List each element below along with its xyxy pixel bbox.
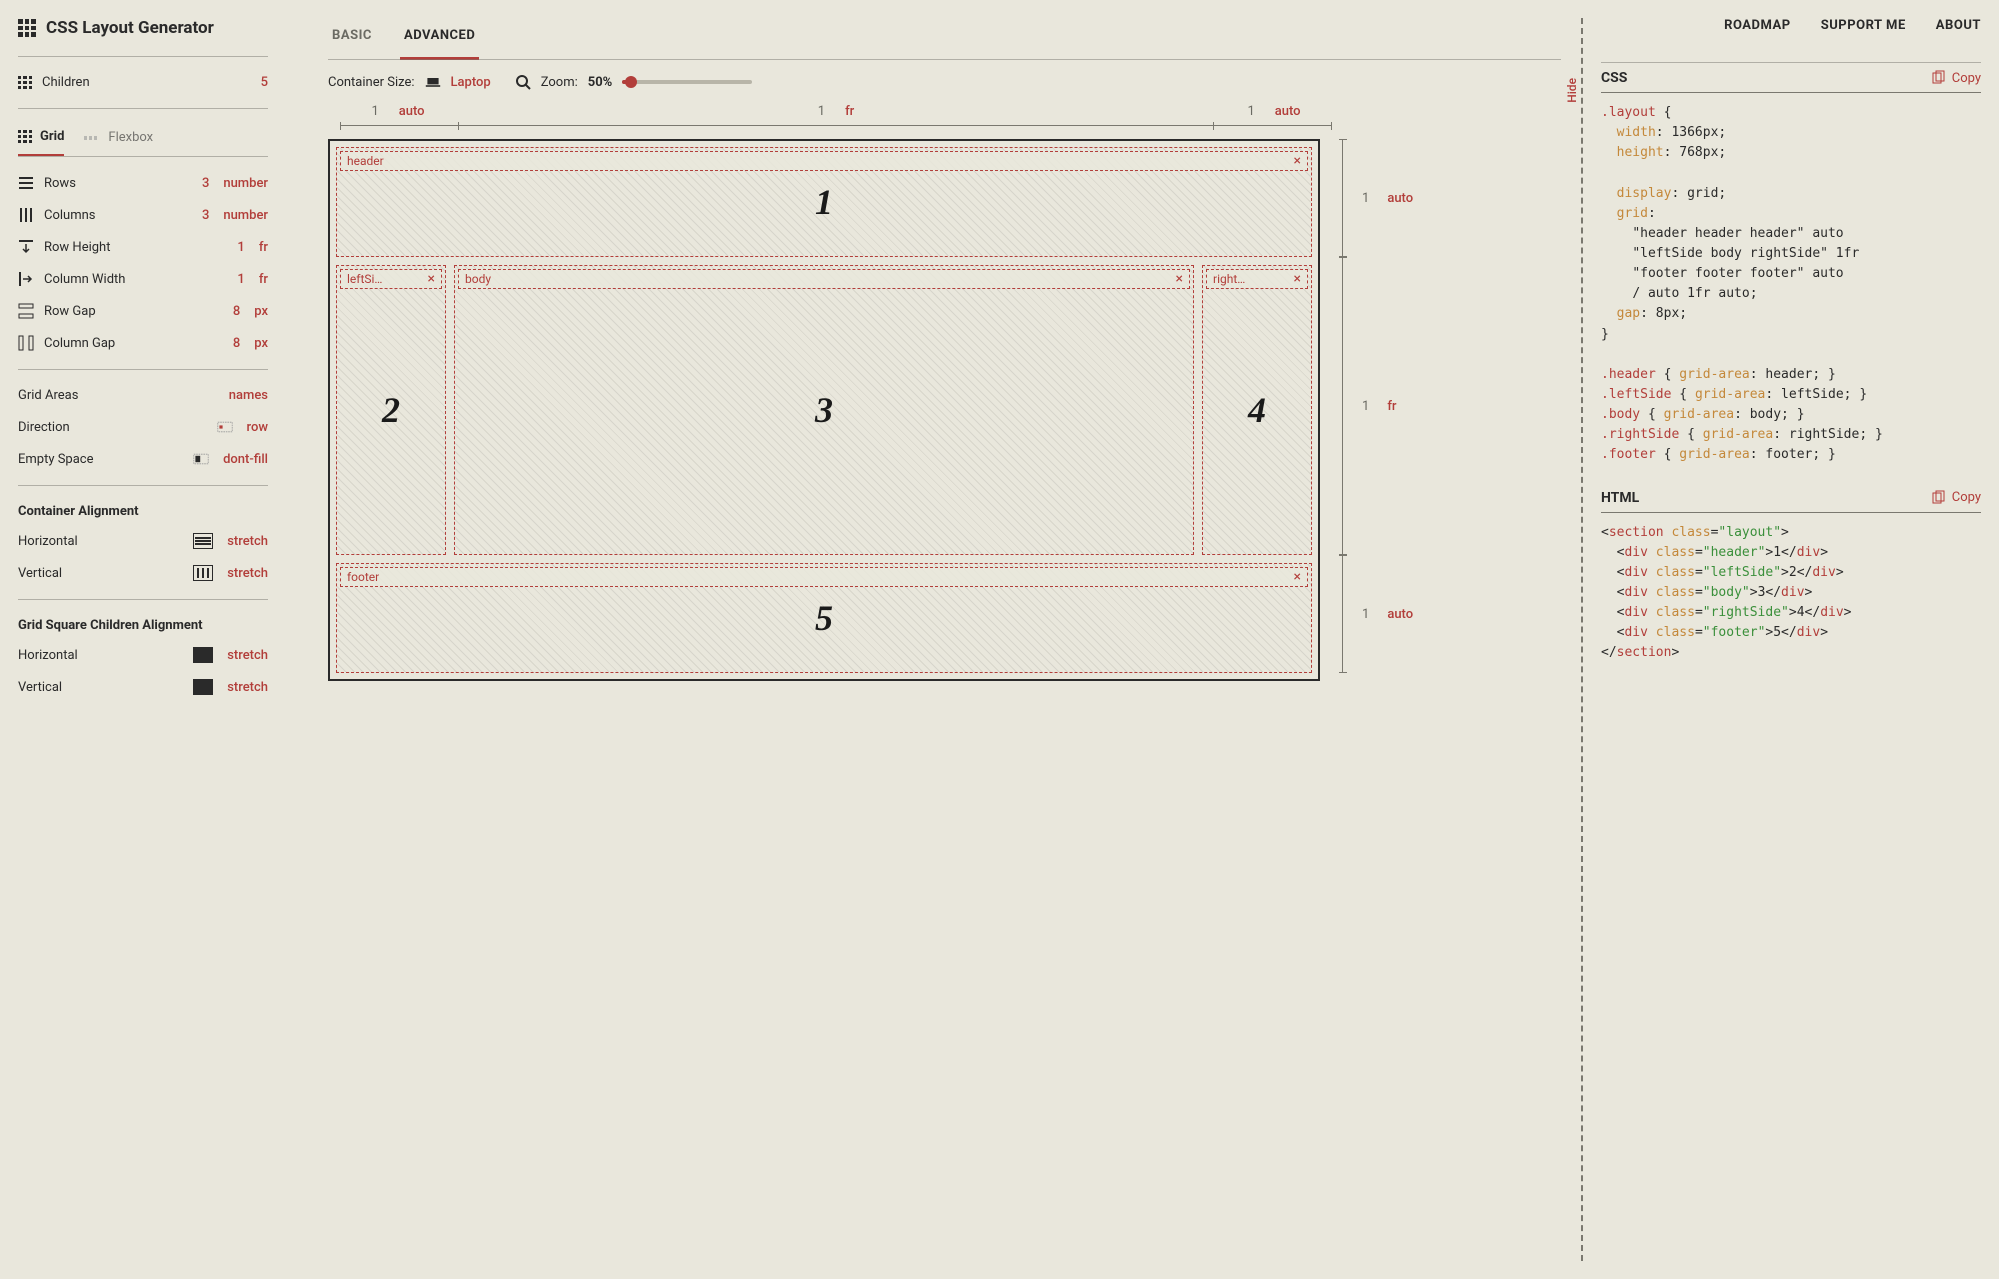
- column-width-icon: [18, 271, 34, 287]
- copy-icon: [1930, 490, 1946, 506]
- nav-support[interactable]: SUPPORT ME: [1821, 18, 1906, 33]
- html-output: <section class="layout"> <div class="hea…: [1601, 523, 1981, 664]
- direction-control[interactable]: Direction row: [18, 411, 268, 443]
- column-width-control[interactable]: Column Width 1fr: [18, 263, 268, 295]
- toolbar: Container Size: Laptop Zoom: 50%: [328, 60, 1561, 104]
- container-size-group[interactable]: Container Size: Laptop: [328, 74, 491, 90]
- square-align-vertical[interactable]: Vertical stretch: [18, 671, 268, 703]
- top-nav: BASIC ADVANCED: [328, 18, 1561, 60]
- row-gap-icon: [18, 303, 34, 319]
- mode-tabs: BASIC ADVANCED: [328, 18, 479, 60]
- container-align-vertical[interactable]: Vertical stretch: [18, 557, 268, 589]
- children-label: Children: [42, 75, 90, 90]
- rows-control[interactable]: Rows 3number: [18, 167, 268, 199]
- laptop-icon: [425, 74, 441, 90]
- container-alignment-title: Container Alignment: [18, 504, 268, 519]
- zoom-slider[interactable]: [622, 80, 752, 84]
- area-header[interactable]: header× 1: [336, 147, 1312, 257]
- zoom-group: Zoom: 50%: [515, 74, 753, 90]
- container-size-value[interactable]: Laptop: [451, 75, 491, 90]
- zoom-value: 50%: [588, 75, 613, 90]
- columns-control[interactable]: Columns 3number: [18, 199, 268, 231]
- search-icon[interactable]: [515, 74, 531, 90]
- row-ruler: 1auto 1fr 1auto: [1332, 139, 1413, 681]
- flexbox-icon: [84, 130, 100, 146]
- close-icon[interactable]: ×: [1294, 154, 1301, 168]
- stretch-fill-icon: [193, 647, 213, 663]
- close-icon[interactable]: ×: [1176, 272, 1183, 286]
- column-gap-icon: [18, 335, 34, 351]
- children-icon: [18, 76, 32, 90]
- grid-icon: [18, 130, 32, 144]
- empty-space-icon: [193, 451, 209, 467]
- tab-advanced[interactable]: ADVANCED: [400, 18, 479, 60]
- nav-roadmap[interactable]: ROADMAP: [1724, 18, 1791, 33]
- stretch-fill-icon: [193, 679, 213, 695]
- layout-type-tabs: Grid Flexbox: [18, 119, 268, 156]
- empty-space-control[interactable]: Empty Space dont-fill: [18, 443, 268, 475]
- code-panel: ROADMAP SUPPORT ME ABOUT Hide CSS Copy .…: [1581, 18, 1981, 1261]
- copy-icon: [1930, 70, 1946, 86]
- container-size-label: Container Size:: [328, 75, 415, 90]
- html-panel-head: HTML Copy: [1601, 490, 1981, 513]
- area-leftside[interactable]: leftSi…× 2: [336, 265, 446, 555]
- area-body[interactable]: body× 3: [454, 265, 1194, 555]
- nav-links: ROADMAP SUPPORT ME ABOUT: [1724, 18, 1981, 33]
- close-icon[interactable]: ×: [1294, 272, 1301, 286]
- grid-logo-icon: [18, 19, 36, 37]
- hide-panel-button[interactable]: Hide: [1565, 78, 1579, 103]
- square-alignment-title: Grid Square Children Alignment: [18, 618, 268, 633]
- row-height-control[interactable]: Row Height 1fr: [18, 231, 268, 263]
- css-panel-head: CSS Copy: [1601, 70, 1981, 93]
- stretch-horizontal-icon: [193, 533, 213, 549]
- sidebar: CSS Layout Generator Children 5 Grid Fle…: [18, 18, 308, 1261]
- columns-icon: [18, 207, 34, 223]
- copy-css-button[interactable]: Copy: [1930, 70, 1981, 86]
- layout-preview: header× 1 leftSi…× 2 body× 3 right…× 4: [328, 139, 1320, 681]
- tab-basic[interactable]: BASIC: [328, 18, 376, 60]
- column-ruler: [340, 125, 1332, 133]
- brand-title: CSS Layout Generator: [46, 18, 214, 38]
- rows-icon: [18, 175, 34, 191]
- css-output: .layout { width: 1366px; height: 768px; …: [1601, 103, 1981, 466]
- direction-icon: [217, 419, 233, 435]
- area-rightside[interactable]: right…× 4: [1202, 265, 1312, 555]
- brand: CSS Layout Generator: [18, 18, 268, 38]
- row-height-icon: [18, 239, 34, 255]
- tab-grid[interactable]: Grid: [18, 129, 64, 156]
- grid-areas-control[interactable]: Grid Areas names: [18, 380, 268, 411]
- copy-html-button[interactable]: Copy: [1930, 490, 1981, 506]
- close-icon[interactable]: ×: [1294, 570, 1301, 584]
- square-align-horizontal[interactable]: Horizontal stretch: [18, 639, 268, 671]
- children-row[interactable]: Children 5: [18, 67, 268, 98]
- children-value[interactable]: 5: [261, 75, 268, 90]
- area-footer[interactable]: footer× 5: [336, 563, 1312, 673]
- row-gap-control[interactable]: Row Gap 8px: [18, 295, 268, 327]
- zoom-label: Zoom:: [541, 75, 578, 90]
- close-icon[interactable]: ×: [428, 272, 435, 286]
- container-align-horizontal[interactable]: Horizontal stretch: [18, 525, 268, 557]
- stretch-vertical-icon: [193, 565, 213, 581]
- tab-flexbox[interactable]: Flexbox: [84, 129, 153, 156]
- main-panel: BASIC ADVANCED Container Size: Laptop Zo…: [308, 18, 1581, 1261]
- nav-about[interactable]: ABOUT: [1936, 18, 1981, 33]
- column-gap-control[interactable]: Column Gap 8px: [18, 327, 268, 359]
